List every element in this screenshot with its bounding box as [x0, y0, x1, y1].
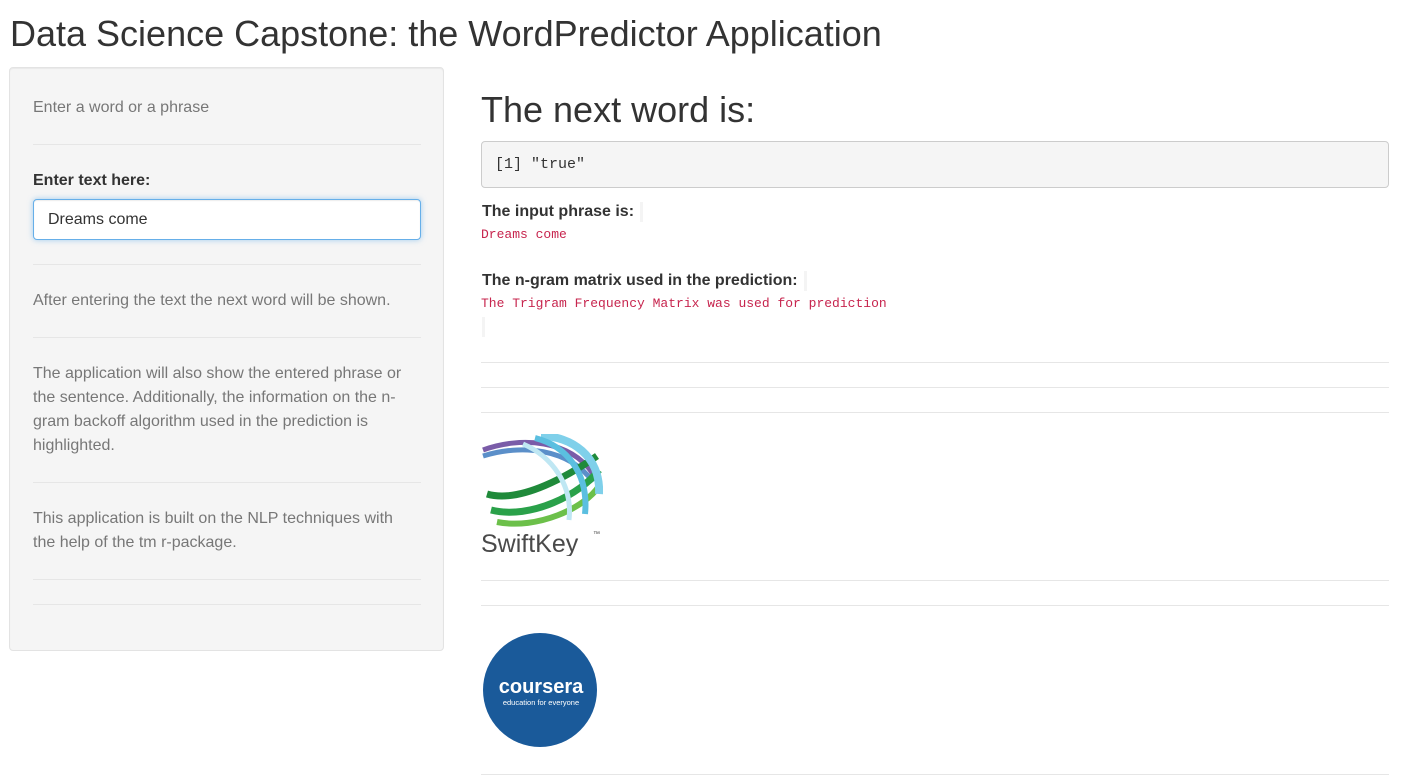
sidebar-help-text-3: This application is built on the NLP tec…	[33, 510, 393, 551]
text-input-label: Enter text here:	[33, 172, 151, 189]
sidebar-divider	[33, 144, 421, 145]
swiftkey-trademark: ™	[593, 531, 600, 538]
input-phrase-label: The input phrase is:	[482, 202, 643, 222]
input-phrase-value: Dreams come	[481, 227, 567, 242]
coursera-logo-text: coursera	[499, 676, 584, 698]
next-word-heading: The next word is:	[481, 89, 756, 130]
ngram-value: The Trigram Frequency Matrix was used fo…	[481, 296, 887, 311]
ngram-label: The n-gram matrix used in the prediction…	[482, 271, 807, 291]
ngram-label-text: The n-gram matrix used in the prediction…	[482, 272, 798, 290]
sidebar-panel: Enter a word or a phrase Enter text here…	[9, 67, 444, 651]
main-divider	[481, 362, 1389, 363]
sidebar-divider	[33, 264, 421, 265]
text-input[interactable]	[33, 199, 421, 240]
sidebar-divider	[33, 579, 421, 580]
swiftkey-logo-text: SwiftKey	[481, 530, 579, 556]
main-divider	[481, 605, 1389, 606]
coursera-logo: coursera education for everyone	[481, 629, 601, 751]
prediction-output: [1] "true"	[481, 141, 1389, 188]
page-title: Data Science Capstone: the WordPredictor…	[10, 13, 882, 54]
sidebar-help-text-2: The application will also show the enter…	[33, 365, 402, 454]
main-divider	[481, 412, 1389, 413]
main-divider	[481, 387, 1389, 388]
input-phrase-label-text: The input phrase is:	[482, 203, 635, 221]
sidebar-divider	[33, 604, 421, 605]
sidebar-divider	[33, 337, 421, 338]
sidebar-intro-text: Enter a word or a phrase	[33, 99, 210, 116]
main-divider	[481, 580, 1389, 581]
empty-output-block	[482, 317, 485, 337]
coursera-tagline: education for everyone	[503, 698, 579, 707]
main-divider	[481, 774, 1389, 775]
swiftkey-logo: SwiftKey ™	[481, 434, 603, 556]
sidebar-help-text-1: After entering the text the next word wi…	[33, 292, 391, 309]
sidebar-divider	[33, 482, 421, 483]
